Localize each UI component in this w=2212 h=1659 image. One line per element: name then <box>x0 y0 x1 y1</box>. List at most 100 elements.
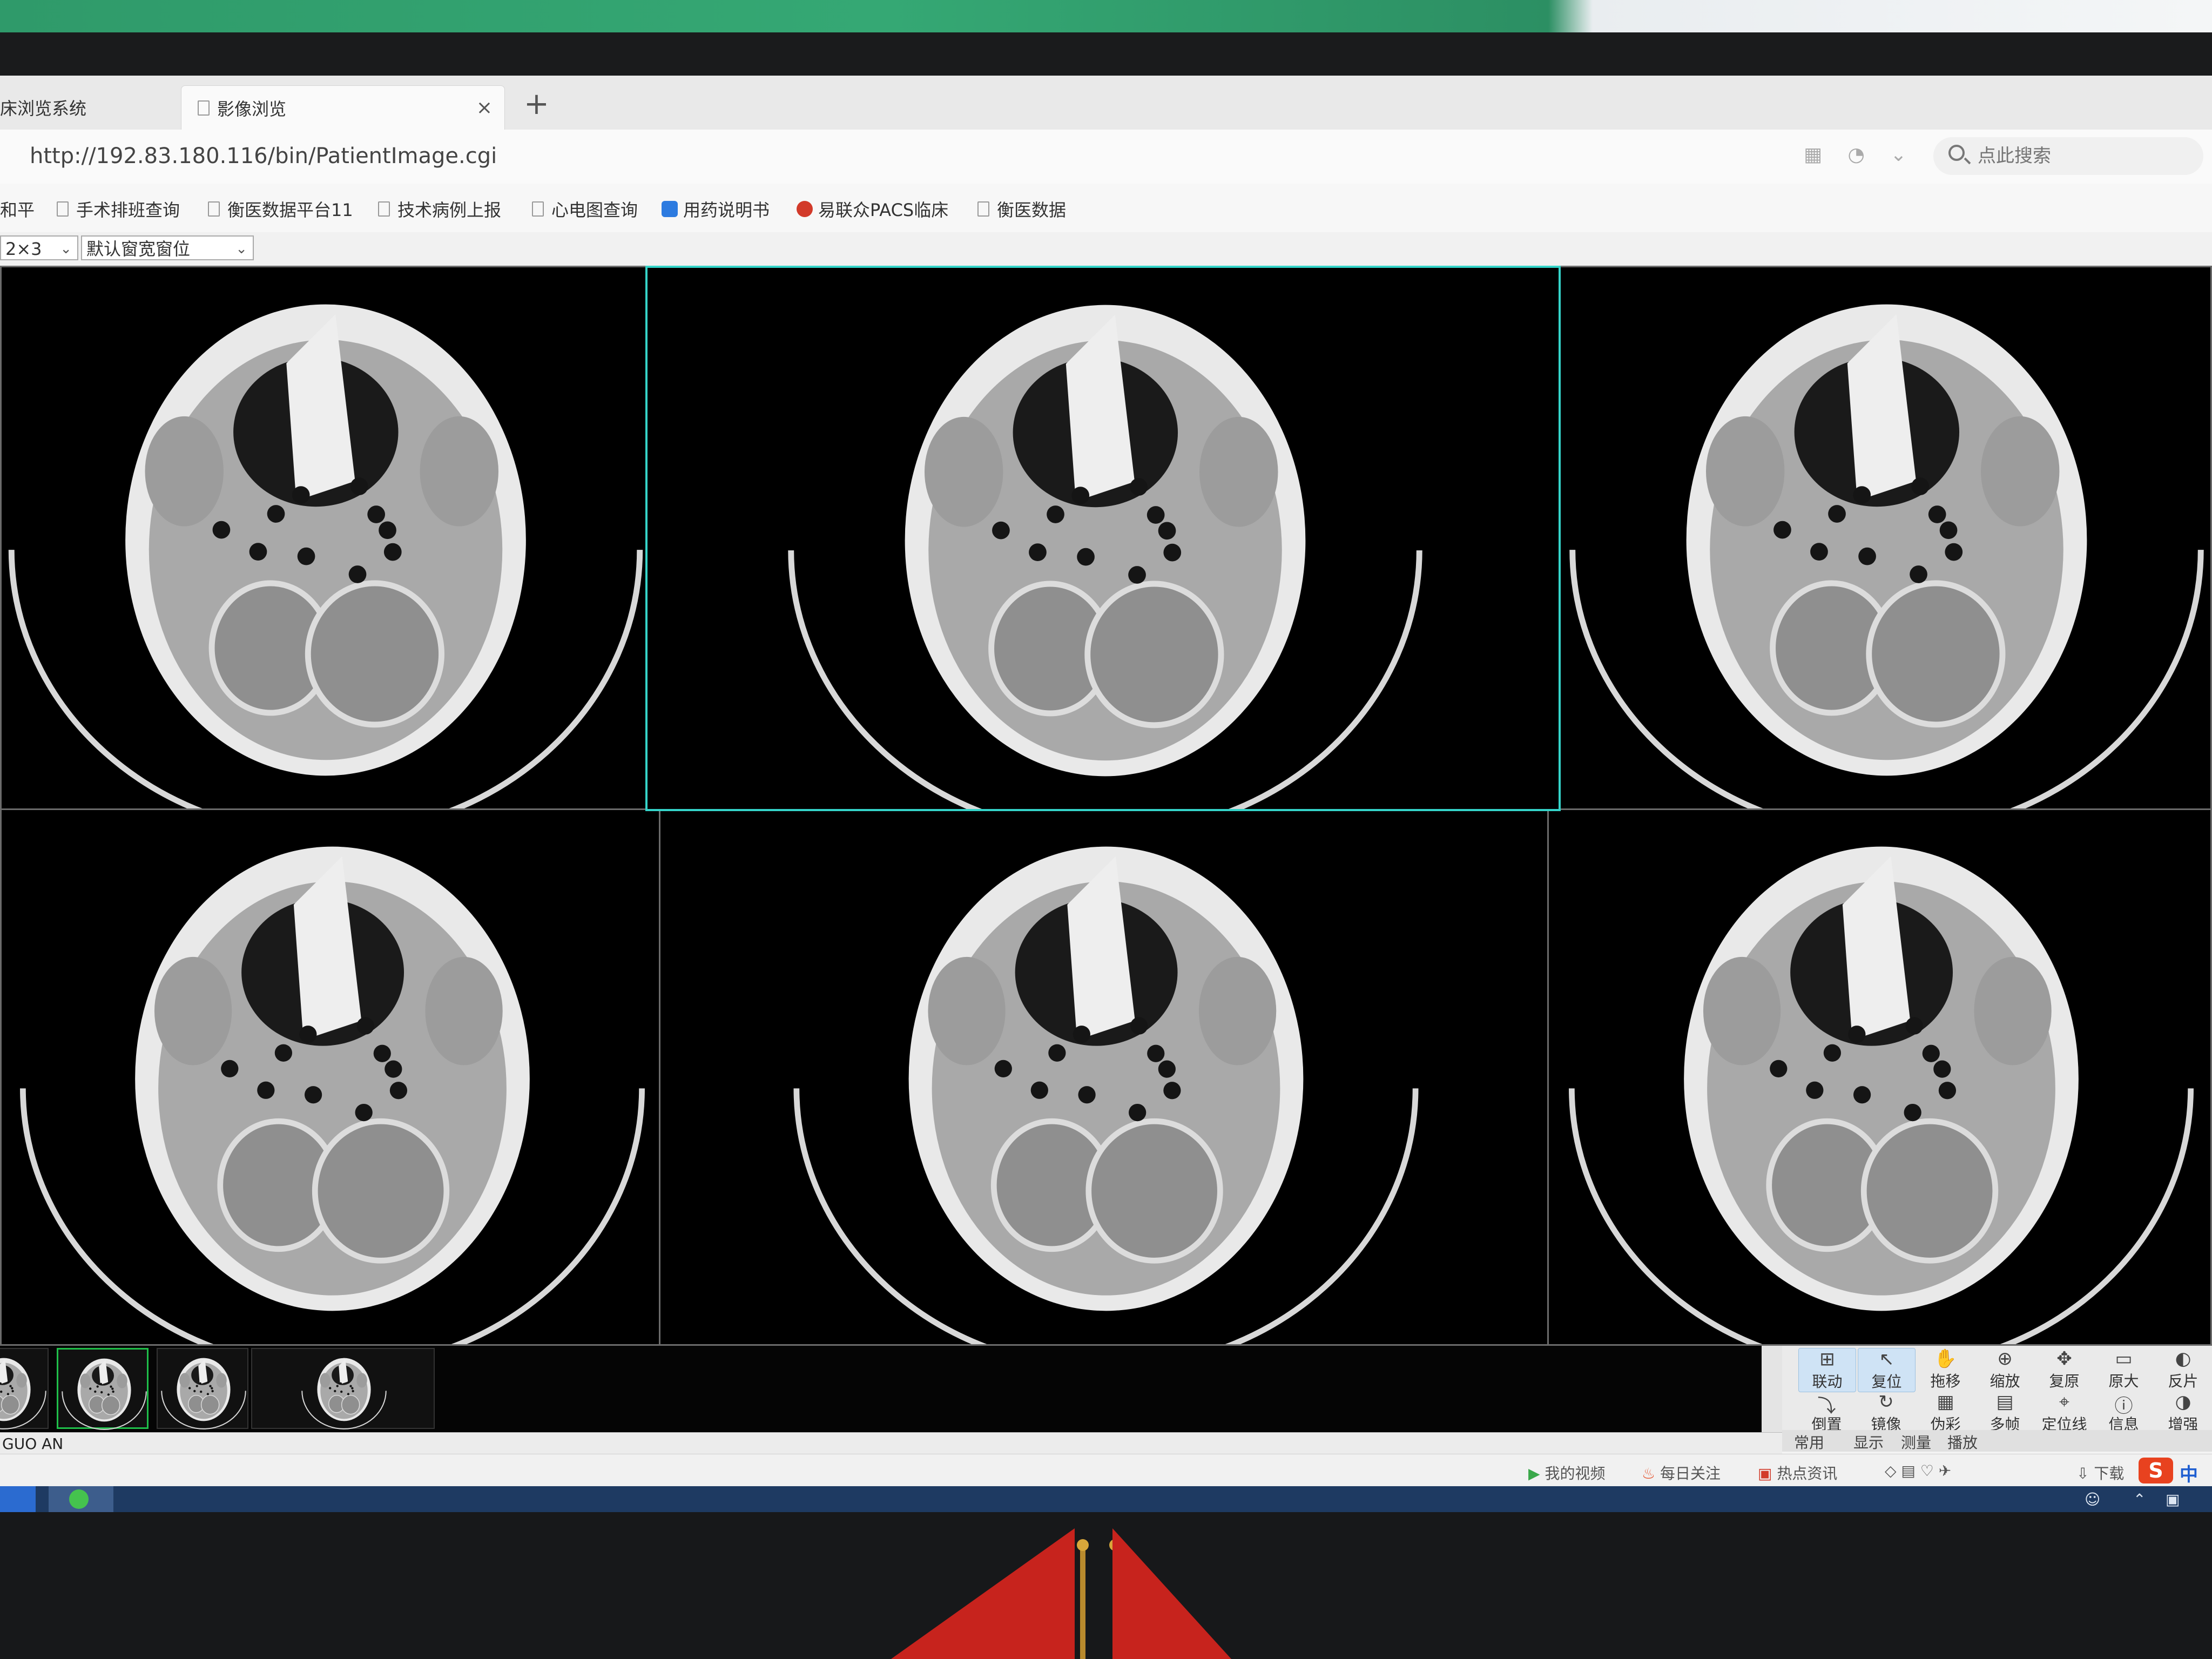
doc-icon <box>378 201 390 217</box>
orbit-right <box>1974 956 2052 1065</box>
tool-info-button[interactable]: ⓘ 信息 <box>2095 1391 2152 1434</box>
image-cell[interactable] <box>0 266 648 811</box>
url-input[interactable]: http://192.83.180.116/bin/PatientImage.c… <box>30 144 497 168</box>
air-cell <box>1128 566 1146 584</box>
user-icon[interactable]: ☺ <box>2085 1491 2100 1508</box>
status-download[interactable]: ⇩ 下载 <box>2076 1462 2124 1483</box>
orbit-right <box>356 1373 367 1388</box>
air-cell <box>334 1390 336 1393</box>
close-icon[interactable]: × <box>476 97 493 119</box>
search-icon <box>1948 145 1965 161</box>
orbit-left <box>924 416 1003 527</box>
air-cell <box>355 1103 373 1122</box>
tab-image-browse[interactable]: 影像浏览 × <box>181 85 505 130</box>
status-tray-icons[interactable]: ◇ ▤ ♡ ✈ <box>1885 1462 1951 1480</box>
tool-invert-button[interactable]: ◐ 反片 <box>2155 1348 2211 1391</box>
patient-bar: GUO AN <box>0 1432 1782 1454</box>
image-cell[interactable] <box>659 808 1550 1346</box>
air-cell <box>356 1017 374 1035</box>
scout-thumbnail[interactable] <box>251 1348 435 1429</box>
address-bar: http://192.83.180.116/bin/PatientImage.c… <box>0 130 2212 184</box>
bookmark-label: 衡医数据 <box>997 200 1067 220</box>
tool-tab-common[interactable]: 常用 <box>1794 1431 1824 1453</box>
bookmark-item[interactable]: 手术排班查询 <box>57 197 180 221</box>
status-my-video[interactable]: ▶ 我的视频 <box>1528 1462 1605 1483</box>
bookmark-item[interactable]: 衡医数据 <box>977 197 1066 221</box>
start-button[interactable] <box>0 1486 36 1512</box>
tool-tab-play[interactable]: 播放 <box>1947 1431 1978 1453</box>
patient-name: GUO AN <box>2 1435 64 1453</box>
air-cell <box>1029 543 1047 561</box>
bookmark-item[interactable]: 和平 <box>0 197 35 221</box>
status-daily-focus[interactable]: ♨ 每日关注 <box>1642 1462 1721 1483</box>
new-tab-button[interactable]: + <box>524 86 549 122</box>
bookmark-item[interactable]: 易联众PACS临床 <box>797 197 948 221</box>
air-cell <box>188 1387 191 1390</box>
series-thumbnail[interactable] <box>157 1348 248 1429</box>
doc-icon <box>208 201 220 217</box>
link-icon <box>662 201 678 217</box>
desk-flag <box>891 1528 1075 1659</box>
image-cell[interactable] <box>1558 266 2212 811</box>
tool-locator-button[interactable]: ⌖ 定位线 <box>2036 1391 2093 1434</box>
ime-logo[interactable]: S <box>2139 1458 2173 1483</box>
orbit-right <box>16 1373 27 1388</box>
air-cell <box>1147 1044 1165 1062</box>
address-bar-icons[interactable]: ▦ ◔ ⌄ <box>1804 144 1916 166</box>
image-cell-active[interactable] <box>645 266 1561 811</box>
tool-move-button[interactable]: ✥ 复原 <box>2036 1348 2093 1391</box>
thumbnail-scrollbar[interactable] <box>1762 1346 1782 1432</box>
series-thumbnail-strip <box>0 1346 1782 1432</box>
air-cell <box>111 1387 114 1390</box>
network-icon[interactable]: ▣ <box>2166 1491 2180 1508</box>
air-cell <box>0 1390 3 1393</box>
orbit-left <box>1705 416 1785 527</box>
air-cell <box>329 1387 332 1390</box>
series-thumbnail-active[interactable] <box>57 1348 149 1430</box>
status-hot-news[interactable]: ▣ 热点资讯 <box>1758 1462 1837 1483</box>
tool-mirror-button[interactable]: ↻ 镜像 <box>1858 1391 1914 1434</box>
cerebellum-right <box>1085 1118 1223 1264</box>
chevron-up-icon[interactable]: ⌃ <box>2133 1491 2146 1508</box>
bookmark-item[interactable]: 用药说明书 <box>662 197 770 221</box>
ct-slice-image <box>1569 304 2204 810</box>
tool-pseudocolor-button[interactable]: ▦ 伪彩 <box>1917 1391 1974 1434</box>
air-cell <box>6 1393 10 1395</box>
tool-label: 原大 <box>2108 1372 2139 1390</box>
series-thumbnail[interactable] <box>0 1348 49 1429</box>
air-cell <box>1158 1060 1176 1078</box>
air-cell <box>249 543 267 561</box>
tool-multiframe-button[interactable]: ▤ 多帧 <box>1977 1391 2033 1434</box>
tool-tab-display[interactable]: 显示 <box>1853 1431 1884 1453</box>
logo-icon <box>797 201 813 217</box>
air-cell <box>1806 1081 1824 1099</box>
tool-hand-button[interactable]: ✋ 拖移 <box>1917 1348 1974 1391</box>
search-box[interactable] <box>1933 137 2203 175</box>
tool-tab-measure[interactable]: 测量 <box>1901 1431 1931 1453</box>
bookmark-item[interactable]: 衡医数据平台11 <box>208 197 353 221</box>
bookmark-item[interactable]: 技术病例上报 <box>378 197 501 221</box>
cerebellum-right <box>305 580 444 728</box>
ime-mode[interactable]: 中 <box>2180 1460 2198 1486</box>
air-cell <box>1853 1086 1871 1104</box>
image-grid <box>0 266 2212 1346</box>
monitor-bezel <box>0 32 2212 76</box>
tool-zoom-button[interactable]: ⊕ 缩放 <box>1977 1348 2033 1391</box>
window-level-select[interactable]: 默认窗宽窗位 ⌄ <box>81 235 254 260</box>
layout-select[interactable]: 2×3 ⌄ <box>0 235 78 260</box>
tool-original-size-button[interactable]: ▭ 原大 <box>2095 1348 2152 1391</box>
tool-link-panels-button[interactable]: ⊞ 联动 <box>1798 1348 1856 1392</box>
air-cell <box>1163 543 1182 562</box>
search-input[interactable] <box>1977 145 2184 167</box>
tool-enhance-button[interactable]: ◑ 增强 <box>2155 1391 2211 1434</box>
doc-icon <box>532 201 544 217</box>
air-cell <box>992 521 1010 539</box>
bookmark-item[interactable]: 心电图查询 <box>532 197 638 221</box>
tab-clinic-browse[interactable]: 床浏览系统 <box>0 85 178 130</box>
taskbar-browser-app[interactable] <box>49 1486 113 1512</box>
image-cell[interactable] <box>0 808 662 1346</box>
tool-flip-vertical-button[interactable]: ⤵ 倒置 <box>1798 1391 1855 1434</box>
air-cell <box>89 1387 92 1390</box>
tool-cursor-button[interactable]: ↖ 复位 <box>1858 1348 1916 1392</box>
image-cell[interactable] <box>1547 808 2212 1346</box>
